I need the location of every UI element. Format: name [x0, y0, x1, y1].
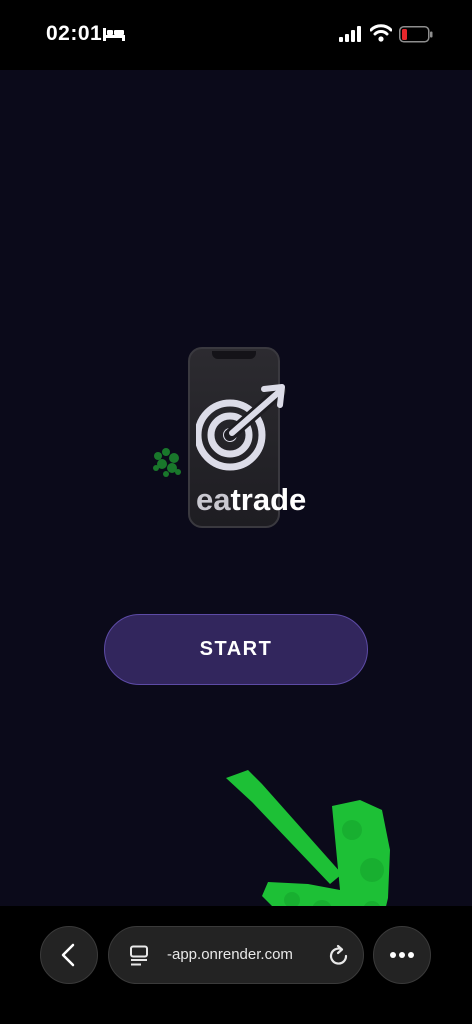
url-text: -app.onrender.com	[167, 946, 293, 963]
target-arrow-icon	[196, 384, 286, 471]
more-icon	[390, 952, 414, 958]
browser-toolbar: -app.onrender.com	[0, 906, 472, 1024]
wifi-icon	[370, 24, 392, 42]
logo-text-suffix: trade	[230, 482, 307, 517]
address-bar[interactable]: -app.onrender.com	[108, 926, 364, 984]
more-button[interactable]	[373, 926, 431, 984]
status-time: 02:01	[46, 22, 103, 45]
status-bar: 02:01	[0, 0, 472, 70]
annotation-scribble	[153, 448, 181, 477]
sleep-icon	[103, 28, 125, 41]
cellular-signal-icon	[339, 26, 361, 42]
phone-notch	[212, 351, 256, 359]
back-icon	[61, 943, 75, 967]
reload-icon[interactable]	[327, 944, 351, 968]
back-button[interactable]	[40, 926, 98, 984]
tabs-icon[interactable]	[129, 945, 151, 967]
logo-wordmark: eatrade	[196, 482, 306, 518]
logo-text-prefix: ea	[196, 482, 231, 517]
battery-low-icon	[399, 26, 433, 43]
start-button[interactable]: START	[104, 614, 368, 685]
